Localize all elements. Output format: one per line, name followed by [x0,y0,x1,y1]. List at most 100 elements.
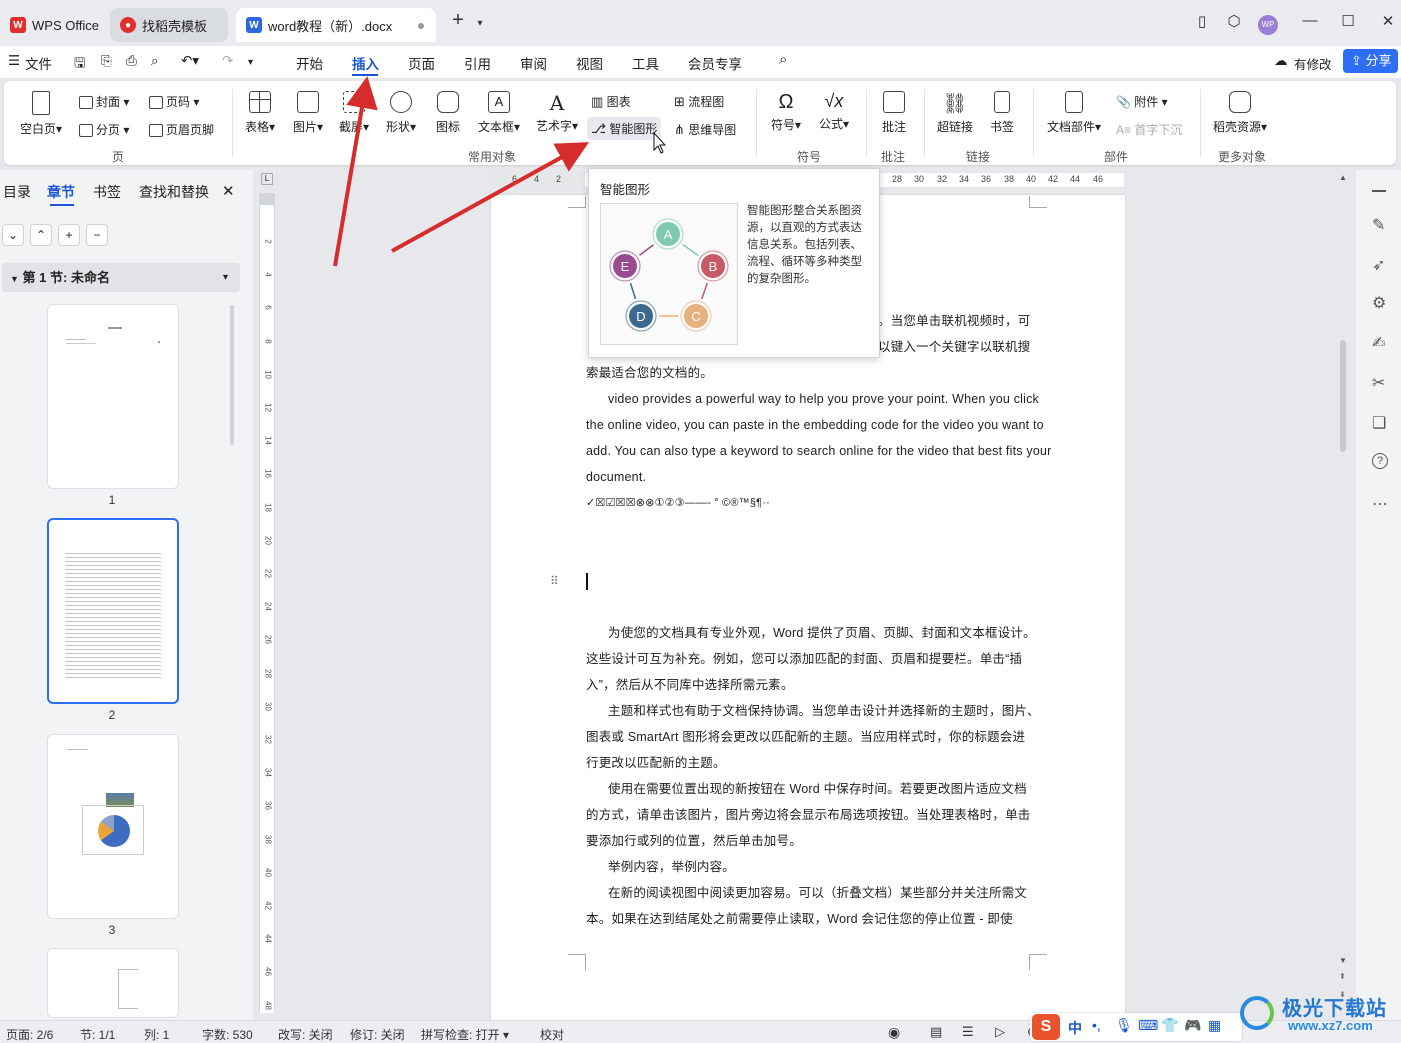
menu-tools[interactable]: 工具 [632,53,659,73]
adjust-icon[interactable]: ⚙ [1372,293,1386,313]
dropcap-button[interactable]: A≡ 首字下沉 [1116,121,1182,138]
textbox-button[interactable]: A 文本框▾ [472,91,526,135]
status-section[interactable]: 节: 1/1 [80,1026,115,1043]
image-button[interactable]: 图片▾ [286,91,330,135]
comment-button[interactable]: 批注 [874,91,914,135]
undo-icon[interactable]: ↶▾ [181,53,199,69]
tab-bookmarks[interactable]: 书签 [93,182,121,202]
pointer-icon[interactable]: ➶ [1372,255,1385,275]
redo-icon[interactable]: ↷ [222,53,233,69]
tools-icon[interactable]: ✂ [1372,373,1385,393]
status-overtype[interactable]: 改写: 关闭 [278,1026,333,1043]
maximize-icon[interactable]: ☐ [1336,12,1360,30]
tab-list-chevron-icon[interactable]: ▾ [468,18,492,29]
docer-resources-button[interactable]: 稻壳资源▾ [1208,91,1272,135]
collapse-down-icon[interactable]: ⌄ [2,224,24,246]
wordart-button[interactable]: A 艺术字▾ [530,91,584,134]
pen-icon[interactable]: ✎ [1372,215,1385,235]
new-tab-button[interactable]: + [446,9,470,32]
header-footer-button[interactable]: 页眉页脚 [149,121,214,138]
blank-page-button[interactable]: 空白页▾ [16,91,66,137]
screenshot-button[interactable]: 截屏▾ [334,91,374,135]
file-menu[interactable]: 文件 [25,53,52,73]
smartart-button[interactable]: ⎇ 智能图形 [587,117,662,140]
shape-button[interactable]: 形状▾ [379,91,423,135]
microphone-icon[interactable]: 🎙 [1115,1017,1133,1034]
more-icon[interactable]: ⋯ [1372,494,1388,514]
close-pane-icon[interactable]: ✕ [222,182,235,200]
ime-mode[interactable]: 中 [1068,1018,1082,1038]
page-thumbnail-3[interactable] [47,734,179,919]
collapse-icon[interactable] [1372,190,1386,192]
status-proofread[interactable]: 校对 [540,1026,564,1043]
grid-icon[interactable]: ▦ [1208,1017,1221,1034]
table-button[interactable]: 表格▾ [240,91,280,135]
flowchart-button[interactable]: ⊞ 流程图 [674,93,724,110]
bookmark-button[interactable]: 书签 [984,91,1020,135]
drag-handle-icon[interactable]: ⠿ [550,575,559,587]
ruler-corner-icon[interactable]: L [261,173,273,185]
menu-review[interactable]: 审阅 [520,53,547,73]
sign-icon[interactable]: ✍ [1372,333,1385,353]
share-link-icon[interactable]: ⎘ [101,53,112,69]
tab-toc[interactable]: 目录 [3,182,31,202]
hamburger-icon[interactable]: ☰ [8,53,20,69]
game-icon[interactable]: 🎮 [1184,1017,1201,1034]
punctuation-icon[interactable]: •, [1092,1017,1101,1033]
vertical-scrollbar-thumb[interactable] [1340,340,1346,452]
tab-find-replace[interactable]: 查找和替换 [139,182,209,202]
doc-parts-button[interactable]: 文档部件▾ [1042,91,1106,135]
scroll-up-icon[interactable]: ▲ [1339,173,1347,182]
page-thumbnail-1[interactable] [47,304,179,489]
formula-button[interactable]: √x 公式▾ [812,91,856,132]
cube-icon[interactable]: ⬡ [1222,12,1246,30]
play-icon[interactable]: ▷ [995,1024,1005,1040]
unsaved-dot-icon[interactable] [418,23,424,29]
page-view-icon[interactable]: ▤ [930,1024,942,1040]
outline-view-icon[interactable]: ☰ [962,1024,974,1040]
menu-page[interactable]: 页面 [408,53,435,73]
section-header[interactable]: ▼ 第 1 节: 未命名 ▾ [2,263,240,292]
status-page[interactable]: 页面: 2/6 [6,1026,53,1043]
print-icon[interactable]: ⎙ [126,53,137,69]
keyboard-icon[interactable]: ⌨ [1138,1017,1158,1034]
tab-template[interactable]: ● 找稻壳模板 [110,8,228,42]
pane-scrollbar[interactable] [230,305,234,445]
menu-member[interactable]: 会员专享 [688,53,742,73]
avatar[interactable]: WP [1258,15,1278,35]
cover-button[interactable]: 封面 ▾ [79,93,129,110]
cloud-sync-icon[interactable]: ☁ [1274,53,1288,69]
page-thumbnail-2[interactable] [47,518,179,704]
menu-view[interactable]: 视图 [576,53,603,73]
modified-status[interactable]: 有修改 [1294,54,1332,73]
status-column[interactable]: 列: 1 [144,1026,169,1043]
status-words[interactable]: 字数: 530 [202,1026,253,1043]
minimize-icon[interactable]: — [1298,12,1322,29]
remove-section-icon[interactable]: − [86,224,108,246]
tab-document[interactable]: W word教程（新）.docx [236,8,436,42]
eye-protection-icon[interactable]: ◉ [888,1024,900,1041]
skin-icon[interactable]: 👕 [1161,1017,1178,1034]
book-icon[interactable]: ❏ [1372,413,1386,433]
chart-button[interactable]: ▥ 图表 [591,93,631,110]
mindmap-button[interactable]: ⋔ 思维导图 [674,121,736,138]
attachment-button[interactable]: 📎 附件 ▾ [1116,93,1168,110]
icon-button[interactable]: 图标 [428,91,468,135]
share-button[interactable]: ⇪ 分享 [1343,49,1398,73]
menu-start[interactable]: 开始 [296,53,323,73]
status-revision[interactable]: 修订: 关闭 [350,1026,405,1043]
page-break-button[interactable]: 分页 ▾ [79,121,129,138]
search-icon[interactable]: ⌕ [779,51,787,68]
menu-insert[interactable]: 插入 [352,53,379,73]
add-section-icon[interactable]: + [58,224,80,246]
prev-page-icon[interactable]: ⇞ [1339,972,1346,981]
tab-sections[interactable]: 章节 [47,182,75,202]
scroll-down-icon[interactable]: ▼ [1339,956,1347,965]
status-spellcheck[interactable]: 拼写检查: 打开 ▾ [421,1026,509,1043]
page-number-button[interactable]: 页码 ▾ [149,93,199,110]
tab-wps-office[interactable]: W WPS Office [0,8,104,42]
sogou-logo-icon[interactable]: S [1032,1014,1060,1040]
print-preview-icon[interactable]: ⌕ [151,53,159,69]
help-icon[interactable]: ? [1372,453,1388,469]
collapse-up-icon[interactable]: ⌃ [30,224,52,246]
